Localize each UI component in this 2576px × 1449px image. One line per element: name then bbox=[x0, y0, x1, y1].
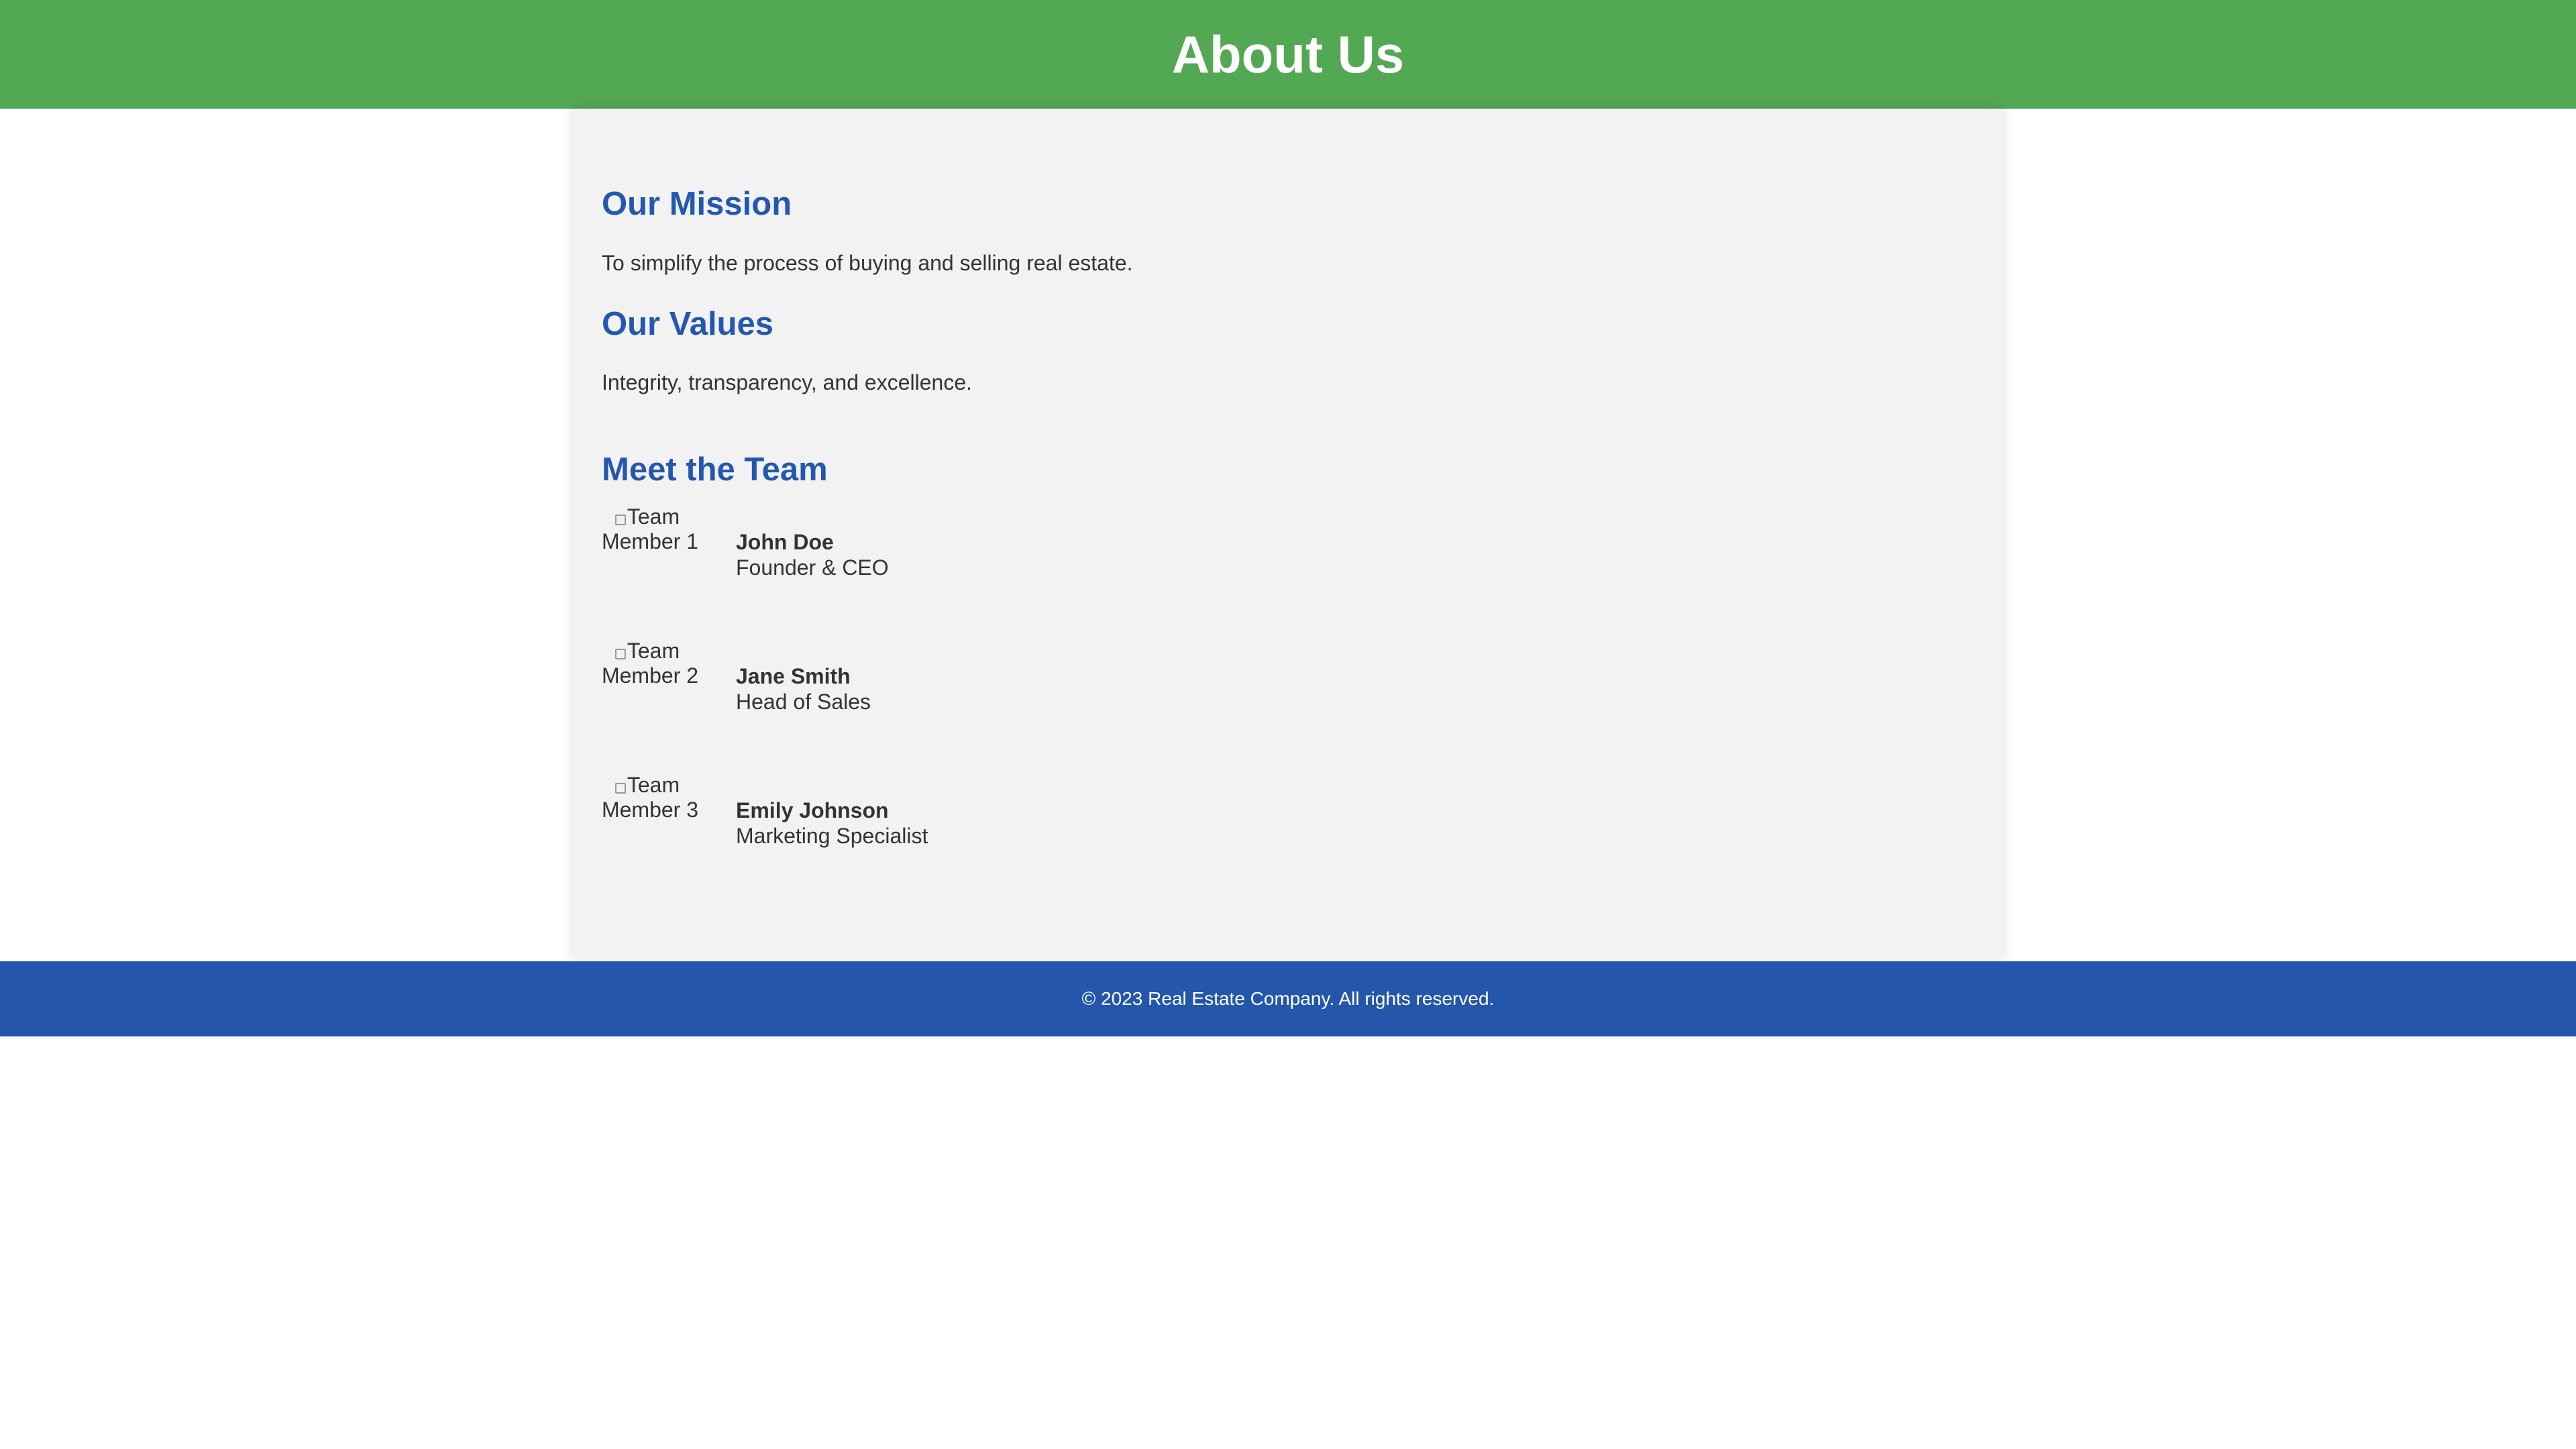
member-name: Emily Johnson bbox=[736, 798, 889, 822]
broken-image-icon bbox=[614, 649, 626, 659]
page-title: About Us bbox=[1171, 24, 1405, 84]
avatar: Team Member 2 bbox=[602, 639, 702, 739]
avatar-alt-text: Team Member 1 bbox=[602, 504, 699, 553]
mission-text: To simplify the process of buying and se… bbox=[602, 251, 1133, 275]
member-name: Jane Smith bbox=[736, 664, 851, 688]
copyright-text: © 2023 Real Estate Company. All rights r… bbox=[1081, 988, 1495, 1009]
avatar-alt-text: Team Member 3 bbox=[602, 773, 699, 822]
team-heading: Meet the Team bbox=[602, 451, 828, 488]
member-role: Founder & CEO bbox=[736, 555, 889, 580]
values-heading: Our Values bbox=[602, 306, 774, 342]
team-member-card: Team Member 3 Emily Johnson Marketing Sp… bbox=[602, 773, 1205, 873]
broken-image-icon bbox=[614, 783, 626, 794]
broken-image-icon bbox=[614, 515, 626, 525]
site-header: About Us bbox=[0, 0, 2576, 109]
member-name: John Doe bbox=[736, 530, 834, 554]
avatar-alt-text: Team Member 2 bbox=[602, 639, 699, 688]
avatar: Team Member 1 bbox=[602, 504, 702, 605]
values-text: Integrity, transparency, and excellence. bbox=[602, 370, 972, 394]
team-member-card: Team Member 2 Jane Smith Head of Sales bbox=[602, 639, 1205, 739]
member-role: Marketing Specialist bbox=[736, 824, 928, 848]
content-panel: Our Mission To simplify the process of b… bbox=[574, 109, 2002, 961]
avatar: Team Member 3 bbox=[602, 773, 702, 873]
mission-heading: Our Mission bbox=[602, 186, 792, 222]
member-role: Head of Sales bbox=[736, 690, 871, 714]
site-footer: © 2023 Real Estate Company. All rights r… bbox=[0, 961, 2576, 1036]
team-member-card: Team Member 1 John Doe Founder & CEO bbox=[602, 504, 1205, 605]
